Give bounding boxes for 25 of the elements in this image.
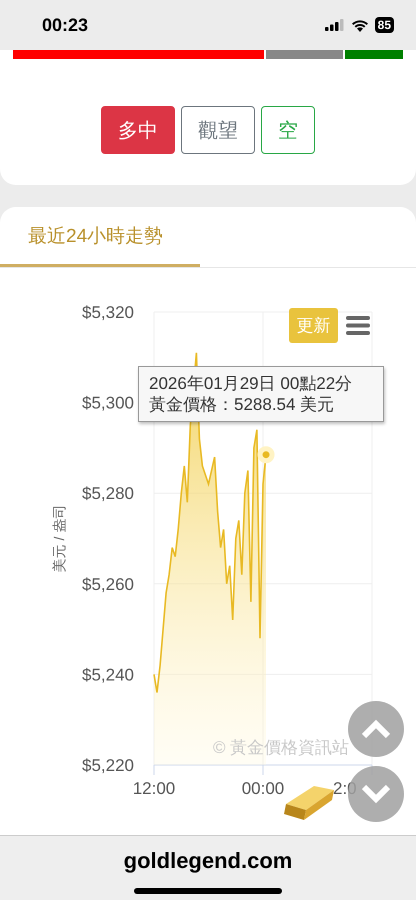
y-tick-label: $5,240 xyxy=(82,665,134,684)
y-tick-label: $5,260 xyxy=(82,574,134,594)
vote-button[interactable]: 多中 xyxy=(101,106,175,154)
chevron-up-icon xyxy=(361,719,391,739)
y-tick-label: $5,220 xyxy=(82,756,134,775)
y-axis-title: 美元 / 盎司 xyxy=(51,504,67,572)
status-time: 00:23 xyxy=(42,14,90,36)
battery-level: 85 xyxy=(374,17,394,33)
menu-icon[interactable] xyxy=(346,316,370,335)
vote-button[interactable]: 空 xyxy=(261,106,315,154)
hover-marker xyxy=(258,446,275,464)
x-tick-label: 12:00 xyxy=(132,779,176,798)
wifi-icon xyxy=(350,18,369,32)
chevron-down-icon xyxy=(361,784,391,804)
vote-button[interactable]: 觀望 xyxy=(181,106,255,154)
signal-icon xyxy=(324,19,345,31)
address-url[interactable]: goldlegend.com xyxy=(124,848,292,874)
x-tick-label: 2:0 xyxy=(333,779,357,798)
y-tick-label: $5,300 xyxy=(82,394,134,413)
tooltip-text: 黃金價格：5288.54 美元 xyxy=(149,394,336,415)
chart-tab[interactable]: 最近24小時走勢 xyxy=(0,207,200,267)
tooltip-text: 2026年01月29日 00點22分 xyxy=(149,373,354,394)
y-tick-label: $5,280 xyxy=(82,484,134,504)
x-tick-label: 00:00 xyxy=(242,779,284,798)
y-tick-label: $5,320 xyxy=(82,303,134,322)
